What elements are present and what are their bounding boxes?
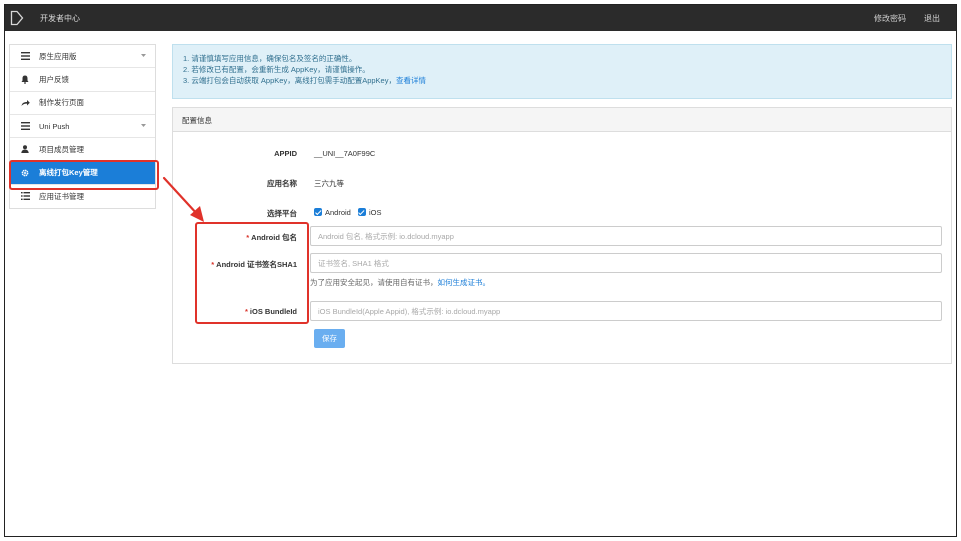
list-icon	[19, 192, 31, 201]
platform-options: Android iOS	[314, 208, 386, 217]
red-arrow-annotation	[162, 176, 204, 222]
android-option-label: Android	[325, 208, 351, 217]
chevron-down-icon	[141, 123, 146, 127]
ios-option-label: iOS	[368, 208, 382, 217]
sidebar-item-label: 用户反馈	[39, 74, 69, 84]
how-to-generate-cert-link[interactable]: 如何生成证书。	[438, 278, 491, 287]
sidebar-item-label: 原生应用版	[39, 51, 77, 61]
menu-icon	[19, 52, 31, 61]
logo-icon[interactable]	[10, 10, 24, 26]
top-navbar: 开发者中心 修改密码 退出	[5, 5, 956, 31]
sidebar-item-members[interactable]: 项目成员管理	[10, 138, 155, 162]
info-notice: 1. 请谨慎填写应用信息，确保包名及签名的正确性。 2. 若修改已有配置，会重新…	[172, 44, 952, 99]
notice-line-2: 2. 若修改已有配置，会重新生成 AppKey，请谨慎操作。	[183, 65, 370, 75]
notice-line-1: 1. 请谨慎填写应用信息，确保包名及签名的正确性。	[183, 54, 357, 63]
menu-icon	[19, 122, 31, 131]
android-sha1-input[interactable]	[310, 253, 942, 273]
user-icon	[19, 145, 31, 154]
sidebar-item-feedback[interactable]: 用户反馈	[10, 68, 155, 92]
highlight-box-sidebar	[9, 160, 159, 190]
sidebar-item-label: 项目成员管理	[39, 144, 84, 154]
app-title: 开发者中心	[40, 14, 80, 23]
sidebar-item-label: 制作发行页面	[39, 98, 84, 108]
appname-value: 三六九等	[314, 179, 344, 188]
chevron-down-icon	[141, 54, 146, 57]
ios-checkbox[interactable]	[357, 208, 366, 216]
sidebar-item-uni-push[interactable]: Uni Push	[10, 115, 155, 139]
save-button[interactable]: 保存	[314, 329, 345, 348]
share-arrow-icon	[19, 99, 31, 107]
sha1-help-text: 为了应用安全起见，请使用自有证书，如何生成证书。	[310, 278, 491, 287]
android-checkbox[interactable]	[314, 208, 322, 216]
sidebar-item-label: 应用证书管理	[39, 191, 84, 201]
ios-bundleid-input[interactable]	[310, 301, 942, 321]
view-details-link[interactable]: 查看详情	[396, 76, 426, 85]
android-package-input[interactable]	[310, 226, 942, 246]
appid-label: APPID	[274, 149, 297, 158]
logout-link[interactable]: 退出	[924, 13, 940, 24]
panel-title: 配置信息	[173, 108, 951, 132]
sidebar-item-release-page[interactable]: 制作发行页面	[10, 92, 155, 115]
highlight-box-fields	[195, 222, 309, 324]
appid-value: __UNI__7A0F99C	[314, 149, 376, 158]
browser-frame: 开发者中心 修改密码 退出 原生应用版 用户反馈 制作发行页面 Uni Push…	[4, 4, 957, 537]
sidebar-item-label: Uni Push	[39, 121, 70, 131]
notice-line-3: 3. 云端打包会自动获取 AppKey，离线打包需手动配置AppKey，查看详情	[183, 76, 426, 86]
bell-icon	[19, 75, 31, 84]
sidebar-item-native-app[interactable]: 原生应用版	[10, 45, 155, 69]
change-password-link[interactable]: 修改密码	[874, 13, 906, 24]
